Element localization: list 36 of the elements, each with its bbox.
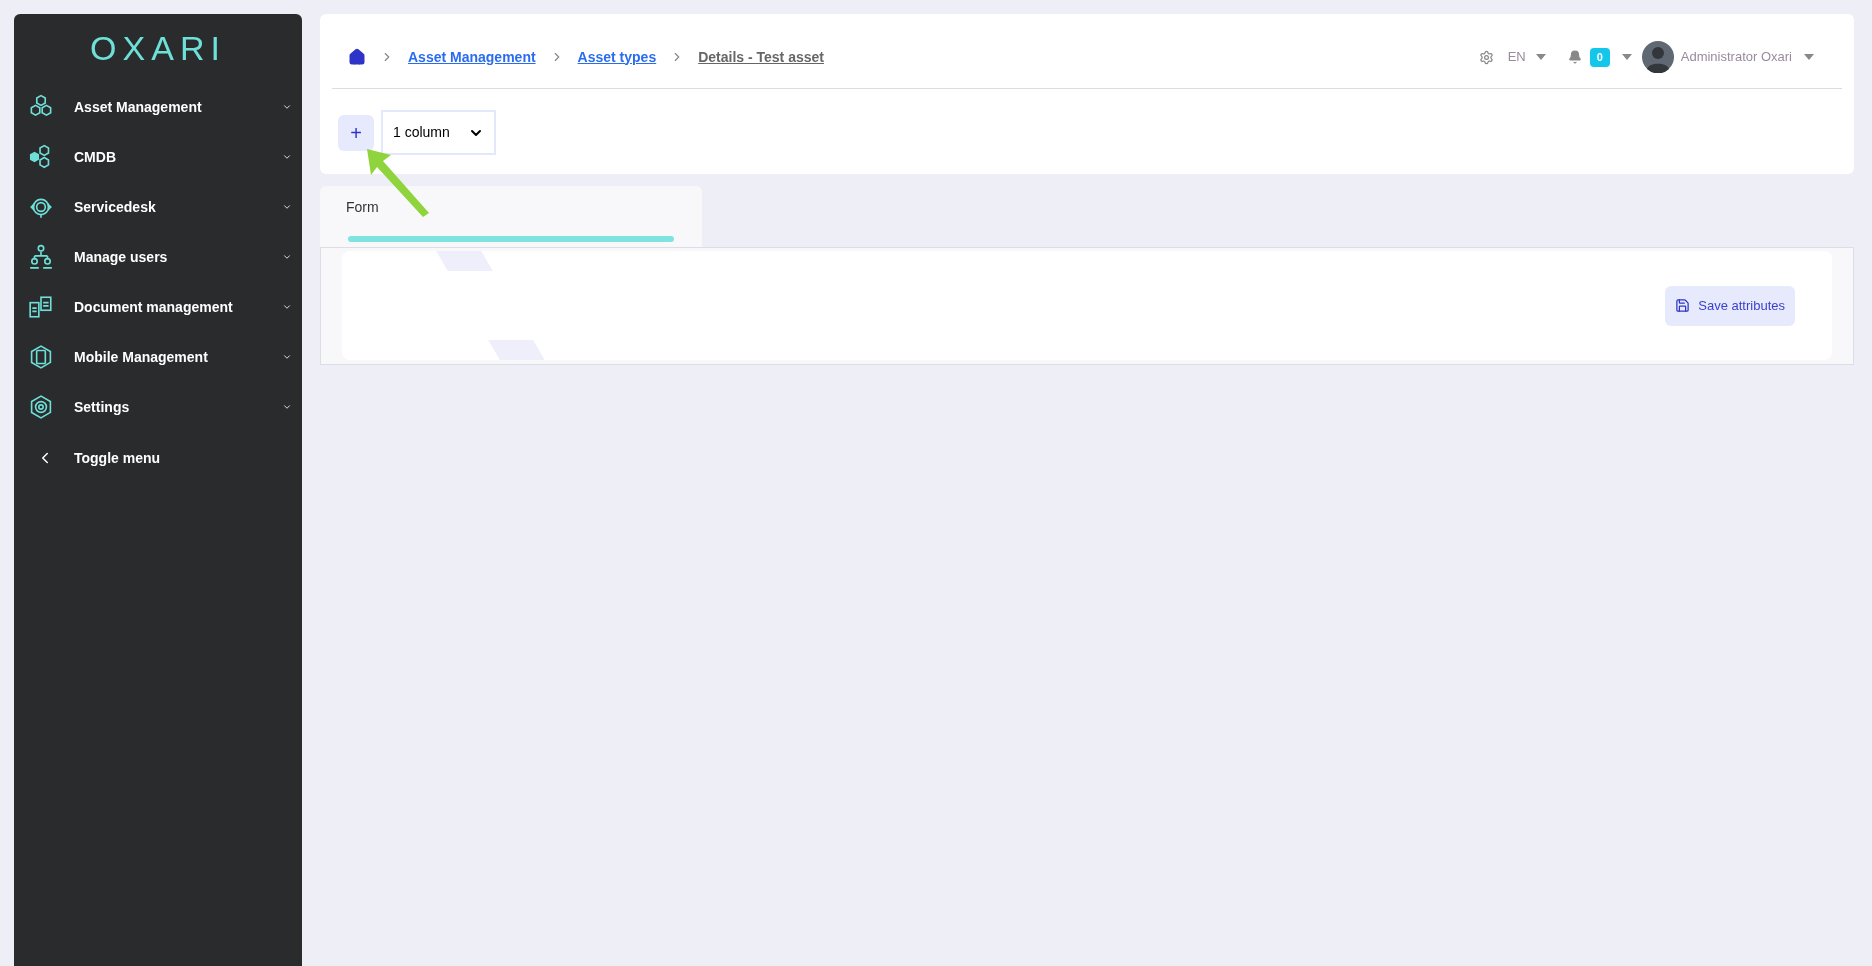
- caret-icon[interactable]: [1804, 54, 1814, 60]
- bell-icon[interactable]: [1567, 50, 1582, 64]
- people-icon: [28, 244, 54, 270]
- sidebar-item[interactable]: CMDB: [14, 132, 302, 182]
- caret-icon[interactable]: [1535, 54, 1546, 60]
- add-button[interactable]: +: [338, 114, 374, 151]
- caret-icon: [282, 102, 292, 112]
- caret-icon: [282, 202, 292, 212]
- phone-icon: [28, 344, 54, 370]
- caret-icon: [282, 152, 292, 162]
- documents-icon: [28, 294, 54, 320]
- avatar[interactable]: [1641, 41, 1674, 73]
- caret-icon: [282, 352, 292, 362]
- caret-icon[interactable]: [1621, 54, 1632, 60]
- gear-icon: [28, 394, 54, 420]
- breadcrumb-link[interactable]: Asset types: [577, 46, 657, 68]
- sidebar-item[interactable]: Asset Management: [14, 82, 302, 132]
- breadcrumb-link[interactable]: Details - Test asset: [698, 46, 824, 68]
- sidebar-item[interactable]: Settings: [14, 382, 302, 432]
- caret-icon: [282, 302, 292, 312]
- sidebar-item[interactable]: Servicedesk: [14, 182, 302, 232]
- sidebar-item[interactable]: Mobile Management: [14, 332, 302, 382]
- home-icon[interactable]: [348, 48, 366, 66]
- save-button[interactable]: Save attributes: [1665, 285, 1795, 326]
- toggle-menu[interactable]: Toggle menu: [14, 432, 302, 484]
- sidebar-item[interactable]: Document management: [14, 282, 302, 332]
- settings-icon[interactable]: [1478, 49, 1494, 65]
- caret-icon: [282, 252, 292, 262]
- tab[interactable]: Form: [320, 186, 702, 247]
- save-icon: [1675, 298, 1691, 313]
- caret-icon: [282, 402, 292, 412]
- notification-count: 0: [1589, 47, 1610, 67]
- logo: OXARI: [90, 28, 226, 68]
- breadcrumb-link[interactable]: Asset Management: [408, 46, 536, 68]
- columns-select[interactable]: 1 column: [381, 110, 496, 155]
- sidebar-item[interactable]: Manage users: [14, 232, 302, 282]
